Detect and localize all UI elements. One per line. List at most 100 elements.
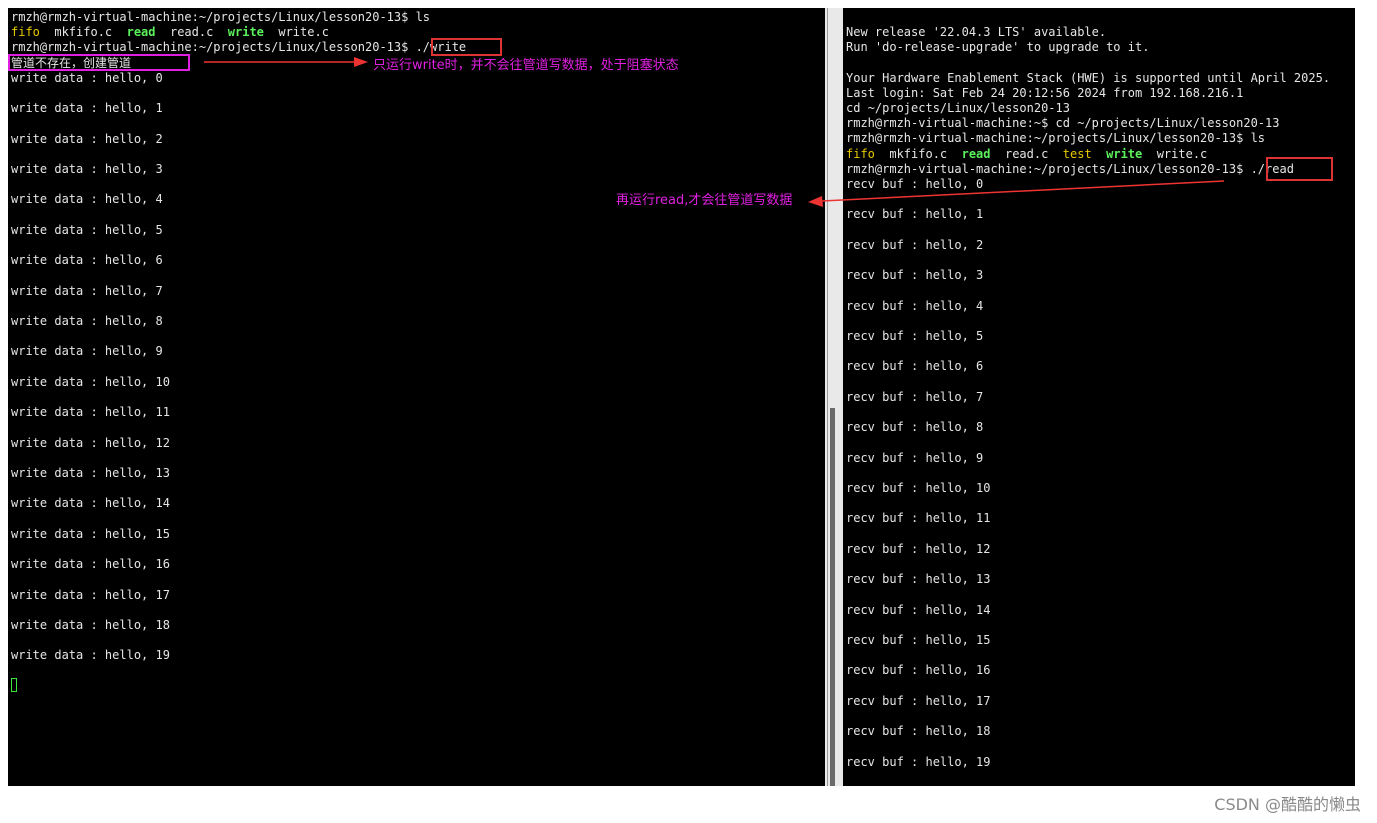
terminal-text: rmzh@rmzh-virtual-machine:~/projects/Lin… (11, 40, 467, 55)
terminal-line: rmzh@rmzh-virtual-machine:~/projects/Lin… (11, 10, 430, 25)
terminal-line: recv buf : hello, 4 (846, 299, 983, 314)
terminal-text: Last login: Sat Feb 24 20:12:56 2024 fro… (846, 85, 1244, 100)
terminal-line: recv buf : hello, 17 (846, 694, 991, 709)
terminal-line: write data : hello, 1 (11, 101, 163, 116)
terminal-text: fifo (11, 25, 40, 40)
terminal-text: recv buf : hello, 7 (846, 389, 984, 404)
terminal-text: Run 'do-release-upgrade' to upgrade to i… (846, 40, 1150, 55)
terminal-line: write data : hello, 3 (11, 162, 163, 177)
right-terminal[interactable]: New release '22.04.3 LTS' available. Run … (843, 8, 1355, 786)
terminal-line: recv buf : hello, 1 (846, 207, 983, 222)
terminal-text: write data : hello, 16 (11, 557, 170, 572)
pipe-created-message-highlight (8, 54, 190, 71)
terminal-line: write data : hello, 2 (11, 132, 163, 147)
terminal-line: rmzh@rmzh-virtual-machine:~/projects/Lin… (846, 131, 1265, 146)
terminal-text: New release '22.04.3 LTS' available. (846, 25, 1107, 39)
terminal-text: write data : hello, 11 (11, 405, 170, 420)
terminal-text: write data : hello, 15 (11, 526, 170, 541)
terminal-text: write data : hello, 18 (11, 618, 170, 632)
terminal-text: recv buf : hello, 19 (846, 754, 991, 769)
terminal-line: write data : hello, 17 (11, 588, 170, 603)
terminal-line: Your Hardware Enablement Stack (HWE) is … (846, 71, 1330, 86)
terminal-text: rmzh@rmzh-virtual-machine:~/projects/Lin… (846, 131, 1266, 146)
terminal-text: read.c (155, 25, 228, 40)
terminal-line: Run 'do-release-upgrade' to upgrade to i… (846, 40, 1149, 55)
pane-splitter[interactable] (825, 8, 843, 786)
terminal-text: write data : hello, 12 (11, 435, 170, 450)
terminal-text: recv buf : hello, 8 (846, 420, 984, 435)
terminal-text: Your Hardware Enablement Stack (HWE) is … (846, 70, 1331, 85)
terminal-text: recv buf : hello, 17 (846, 693, 991, 708)
terminal-line: rmzh@rmzh-virtual-machine:~$ cd ~/projec… (846, 116, 1279, 131)
terminal-line: write data : hello, 6 (11, 253, 163, 268)
terminal-text: rmzh@rmzh-virtual-machine:~/projects/Lin… (846, 161, 1294, 176)
terminal-text: write data : hello, 8 (11, 314, 163, 328)
scrollbar-thumb[interactable] (830, 408, 835, 786)
terminal-text: recv buf : hello, 12 (846, 541, 991, 556)
terminal-text: recv buf : hello, 10 (846, 481, 991, 495)
terminal-line: write data : hello, 0 (11, 71, 163, 86)
read-trigger-note: 再运行read,才会往管道写数据 (616, 193, 793, 208)
terminal-text: recv buf : hello, 9 (846, 450, 984, 465)
terminal-line: write data : hello, 19 (11, 648, 170, 663)
terminal-text: write data : hello, 5 (11, 222, 163, 237)
write-blocking-note: 只运行write时，并不会往管道写数据，处于阻塞状态 (373, 58, 679, 73)
csdn-watermark: CSDN @酷酷的懒虫 (1214, 795, 1361, 814)
terminal-text: write data : hello, 9 (11, 344, 163, 359)
terminal-line: recv buf : hello, 19 (846, 755, 991, 770)
terminal-text: write data : hello, 3 (11, 162, 163, 176)
terminal-text: write data : hello, 10 (11, 374, 170, 389)
terminal-line: write data : hello, 15 (11, 527, 170, 542)
terminal-text: write.c (263, 25, 329, 40)
terminal-line: recv buf : hello, 16 (846, 663, 991, 678)
terminal-text: read.c (990, 146, 1063, 161)
terminal-line: recv buf : hello, 2 (846, 238, 983, 253)
terminal-text: recv buf : hello, 16 (846, 663, 991, 678)
left-terminal[interactable]: rmzh@rmzh-virtual-machine:~/projects/Lin… (8, 8, 825, 786)
terminal-line: write data : hello, 10 (11, 375, 170, 390)
terminal-text: write data : hello, 14 (11, 496, 170, 511)
terminal-line: write data : hello, 5 (11, 223, 163, 238)
terminal-text: recv buf : hello, 5 (846, 329, 984, 343)
terminal-line: write data : hello, 13 (11, 466, 170, 481)
terminal-line: Last login: Sat Feb 24 20:12:56 2024 fro… (846, 86, 1243, 101)
terminal-text: mkfifo.c (874, 146, 962, 161)
terminal-line: recv buf : hello, 12 (846, 542, 991, 557)
terminal-text: write data : hello, 19 (11, 648, 170, 663)
terminal-text: recv buf : hello, 0 (846, 177, 984, 191)
terminal-line: cd ~/projects/Linux/lesson20-13 (846, 101, 1070, 116)
terminal-text: write (1106, 146, 1143, 161)
terminal-text: recv buf : hello, 14 (846, 602, 991, 617)
terminal-line: recv buf : hello, 11 (846, 511, 991, 526)
terminal-line: write data : hello, 16 (11, 557, 170, 572)
terminal-text: recv buf : hello, 2 (846, 237, 984, 252)
terminal-text: recv buf : hello, 13 (846, 572, 991, 587)
terminal-text: write data : hello, 2 (11, 131, 163, 146)
terminal-line: recv buf : hello, 0 (846, 177, 983, 192)
terminal-line: recv buf : hello, 15 (846, 633, 991, 648)
terminal-text: write data : hello, 17 (11, 587, 170, 602)
terminal-line: recv buf : hello, 9 (846, 451, 983, 466)
terminal-cursor (11, 678, 17, 692)
terminal-line: recv buf : hello, 3 (846, 268, 983, 283)
terminal-text: rmzh@rmzh-virtual-machine:~/projects/Lin… (11, 10, 431, 24)
terminal-line: write data : hello, 4 (11, 192, 163, 207)
terminal-line: write data : hello, 7 (11, 284, 163, 299)
terminal-line: recv buf : hello, 7 (846, 390, 983, 405)
terminal-text: read (126, 25, 156, 40)
terminal-text: recv buf : hello, 15 (846, 633, 991, 647)
terminal-text: recv buf : hello, 18 (846, 724, 991, 739)
terminal-text: write data : hello, 4 (11, 192, 163, 207)
terminal-text: mkfifo.c (39, 25, 127, 40)
terminal-text: write data : hello, 6 (11, 253, 163, 268)
terminal-text: write data : hello, 13 (11, 466, 170, 480)
terminal-text: write (227, 25, 264, 40)
terminal-line: rmzh@rmzh-virtual-machine:~/projects/Lin… (846, 162, 1294, 177)
terminal-line: fifo mkfifo.c read read.c write write.c (11, 25, 329, 40)
terminal-line: write data : hello, 8 (11, 314, 163, 329)
splitter-line (827, 8, 828, 786)
terminal-text: recv buf : hello, 11 (846, 511, 991, 526)
terminal-line: write data : hello, 9 (11, 344, 163, 359)
terminal-text: write data : hello, 7 (11, 283, 163, 298)
